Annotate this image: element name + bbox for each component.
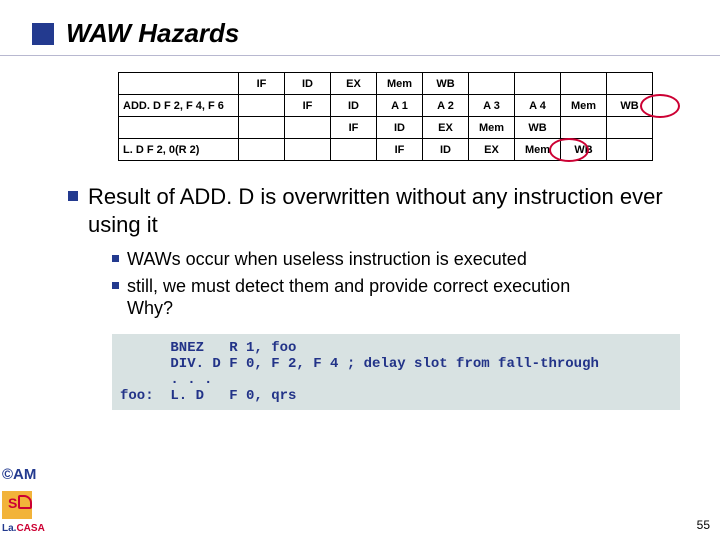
title-block-icon — [32, 23, 54, 45]
cell — [285, 139, 331, 161]
cell: IF — [285, 95, 331, 117]
lab-casa: CASA — [16, 523, 44, 534]
cell: Mem — [469, 117, 515, 139]
cell: ID — [377, 117, 423, 139]
main-bullet-text: Result of ADD. D is overwritten without … — [88, 183, 680, 238]
lab-label: La.CASA — [2, 523, 52, 534]
cell — [561, 117, 607, 139]
slide-title: WAW Hazards — [66, 18, 239, 49]
row-label — [119, 73, 239, 95]
cell: A 1 — [377, 95, 423, 117]
cell — [239, 139, 285, 161]
cell: ID — [285, 73, 331, 95]
cell: Mem — [377, 73, 423, 95]
table-row: IF ID EX Mem WB — [119, 73, 653, 95]
lab-la: La. — [2, 523, 16, 534]
title-bar: WAW Hazards — [0, 0, 720, 56]
cell: EX — [331, 73, 377, 95]
sub-bullet-text: WAWs occur when useless instruction is e… — [127, 248, 527, 271]
cell: A 4 — [515, 95, 561, 117]
cell — [607, 117, 653, 139]
cell — [607, 73, 653, 95]
cell — [561, 73, 607, 95]
list-item: still, we must detect them and provide c… — [112, 275, 680, 320]
cell: IF — [377, 139, 423, 161]
cell: ID — [331, 95, 377, 117]
cell: WB — [515, 117, 561, 139]
cell — [285, 117, 331, 139]
code-block: BNEZ R 1, foo DIV. D F 0, F 2, F 4 ; del… — [112, 334, 680, 410]
sub-bullet-text: still, we must detect them and provide c… — [127, 275, 570, 320]
cell: EX — [469, 139, 515, 161]
cell: A 3 — [469, 95, 515, 117]
cell: WB — [423, 73, 469, 95]
row-label — [119, 117, 239, 139]
cell: Mem — [561, 95, 607, 117]
sub-bullet-list: WAWs occur when useless instruction is e… — [112, 248, 680, 320]
cell — [469, 73, 515, 95]
bullet-square-icon — [112, 255, 119, 262]
row-label: L. D F 2, 0(R 2) — [119, 139, 239, 161]
copyright-badge: ©AM — [2, 466, 52, 483]
cell: EX — [423, 117, 469, 139]
cell — [607, 139, 653, 161]
circle-mark-icon — [640, 94, 680, 118]
bullet-square-icon — [112, 282, 119, 289]
footer-badges: ©AM La.CASA — [2, 466, 52, 534]
bullet-square-icon — [68, 191, 78, 201]
cell: A 2 — [423, 95, 469, 117]
table-row: IF ID EX Mem WB — [119, 117, 653, 139]
cell — [515, 73, 561, 95]
list-item: WAWs occur when useless instruction is e… — [112, 248, 680, 271]
cell: ID — [423, 139, 469, 161]
table-row: ADD. D F 2, F 4, F 6 IF ID A 1 A 2 A 3 A… — [119, 95, 653, 117]
cell — [331, 139, 377, 161]
content-area: IF ID EX Mem WB ADD. D F 2, F 4, F 6 IF … — [0, 56, 720, 410]
lab-logo-icon — [2, 491, 32, 519]
circle-mark-icon — [549, 138, 589, 162]
cell: IF — [239, 73, 285, 95]
cell — [239, 95, 285, 117]
main-bullet: Result of ADD. D is overwritten without … — [68, 183, 680, 238]
page-number: 55 — [697, 518, 710, 532]
pipeline-wrap: IF ID EX Mem WB ADD. D F 2, F 4, F 6 IF … — [64, 72, 680, 161]
cell: IF — [331, 117, 377, 139]
row-label: ADD. D F 2, F 4, F 6 — [119, 95, 239, 117]
cell — [239, 117, 285, 139]
